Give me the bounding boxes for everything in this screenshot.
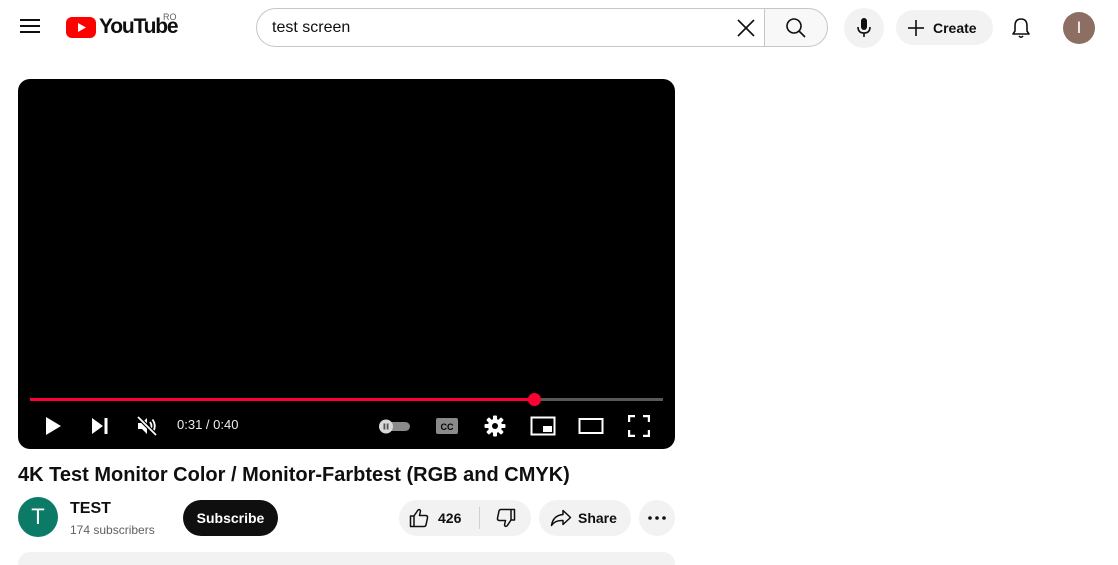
more-actions-button[interactable] [639, 500, 675, 536]
create-button[interactable]: Create [896, 10, 993, 45]
video-player[interactable]: 0:31 / 0:40 CC [18, 79, 675, 449]
video-title: 4K Test Monitor Color / Monitor-Farbtest… [18, 464, 570, 486]
search-button[interactable] [764, 8, 828, 47]
settings-button[interactable] [481, 412, 509, 440]
subscriber-count: 174 subscribers [70, 523, 155, 537]
youtube-logo[interactable]: YouTube [66, 15, 179, 38]
more-icon [648, 516, 666, 520]
captions-button[interactable]: CC [433, 412, 461, 440]
share-icon [550, 509, 572, 527]
next-icon [92, 418, 108, 434]
muted-volume-icon [136, 415, 158, 437]
thumbs-up-icon [409, 508, 429, 528]
youtube-logo-icon [66, 16, 96, 38]
voice-search-button[interactable] [844, 8, 884, 48]
region-code: RO [163, 12, 177, 22]
play-icon [46, 417, 61, 435]
create-label: Create [933, 19, 977, 36]
notifications-button[interactable] [1003, 10, 1039, 46]
account-avatar[interactable]: I [1063, 12, 1095, 44]
progress-bar[interactable] [30, 393, 663, 406]
progress-scrubber[interactable] [528, 393, 542, 406]
miniplayer-icon [530, 416, 556, 436]
settings-icon [484, 415, 506, 437]
play-button[interactable] [39, 412, 67, 440]
time-display: 0:31 / 0:40 [177, 417, 239, 432]
dislike-button[interactable] [480, 500, 531, 536]
guide-menu-button[interactable] [12, 8, 48, 44]
mic-icon [857, 18, 871, 37]
miniplayer-button[interactable] [529, 412, 557, 440]
mute-button[interactable] [133, 412, 161, 440]
subscribe-button[interactable]: Subscribe [183, 500, 278, 536]
theater-mode-button[interactable] [577, 412, 605, 440]
plus-icon [908, 19, 924, 36]
clear-icon [737, 19, 755, 37]
clear-search-button[interactable] [731, 13, 761, 43]
autoplay-toggle[interactable] [378, 412, 412, 440]
search-icon [786, 17, 806, 38]
menu-icon [20, 19, 40, 33]
description-box[interactable] [18, 552, 675, 565]
search-input[interactable] [272, 18, 712, 37]
share-label: Share [578, 510, 617, 526]
next-video-button[interactable] [86, 412, 114, 440]
share-button[interactable]: Share [539, 500, 631, 536]
thumbs-down-icon [496, 508, 515, 528]
channel-avatar[interactable]: T [18, 497, 58, 537]
svg-text:CC: CC [441, 422, 454, 432]
captions-icon: CC [436, 418, 458, 434]
like-count: 426 [438, 510, 462, 526]
like-dislike-group: 426 [399, 500, 531, 536]
fullscreen-button[interactable] [625, 412, 653, 440]
theater-mode-icon [578, 418, 604, 434]
channel-name[interactable]: TEST [70, 500, 111, 518]
search-box [256, 8, 765, 47]
bell-icon [1012, 18, 1030, 39]
autoplay-toggle-icon [379, 419, 410, 434]
progress-bar-played [30, 398, 535, 401]
masthead: YouTube RO Create [0, 0, 1118, 56]
fullscreen-icon [628, 415, 650, 437]
like-button[interactable]: 426 [399, 500, 479, 536]
